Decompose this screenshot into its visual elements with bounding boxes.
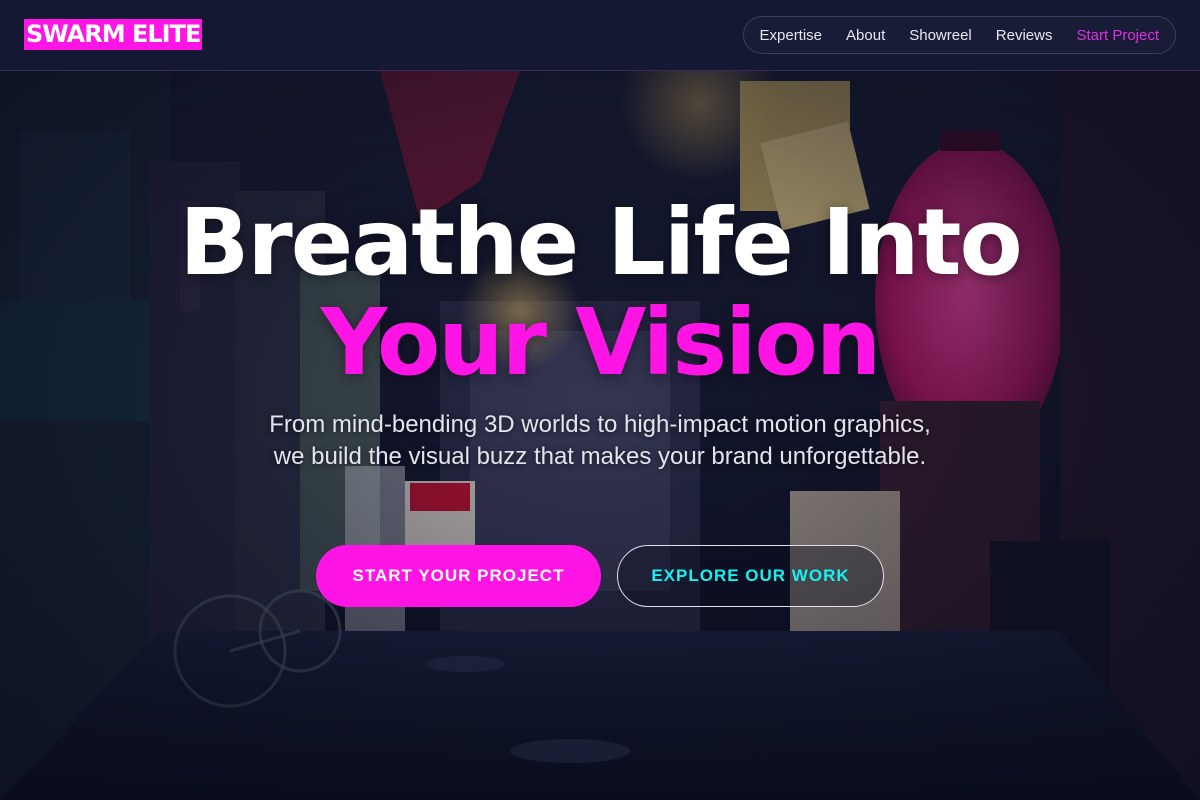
start-project-button[interactable]: START YOUR PROJECT: [316, 545, 601, 607]
nav-link-start-project[interactable]: Start Project: [1076, 27, 1159, 44]
hero-headline: Breathe Life Into Your Vision: [0, 193, 1200, 393]
hero-section: Breathe Life Into Your Vision From mind-…: [0, 71, 1200, 800]
explore-work-button[interactable]: EXPLORE OUR WORK: [617, 545, 884, 607]
nav-link-about[interactable]: About: [846, 27, 885, 44]
nav-link-expertise[interactable]: Expertise: [760, 27, 823, 44]
headline-line-1: Breathe Life Into: [179, 189, 1022, 296]
nav-link-showreel[interactable]: Showreel: [909, 27, 972, 44]
headline-line-2: Your Vision: [320, 289, 881, 396]
hero-subtitle: From mind-bending 3D worlds to high-impa…: [269, 411, 931, 470]
site-header: SWARM ELITE Expertise About Showreel Rev…: [0, 0, 1200, 71]
nav-link-reviews[interactable]: Reviews: [996, 27, 1053, 44]
main-nav: Expertise About Showreel Reviews Start P…: [742, 16, 1176, 54]
logo[interactable]: SWARM ELITE: [24, 19, 203, 50]
